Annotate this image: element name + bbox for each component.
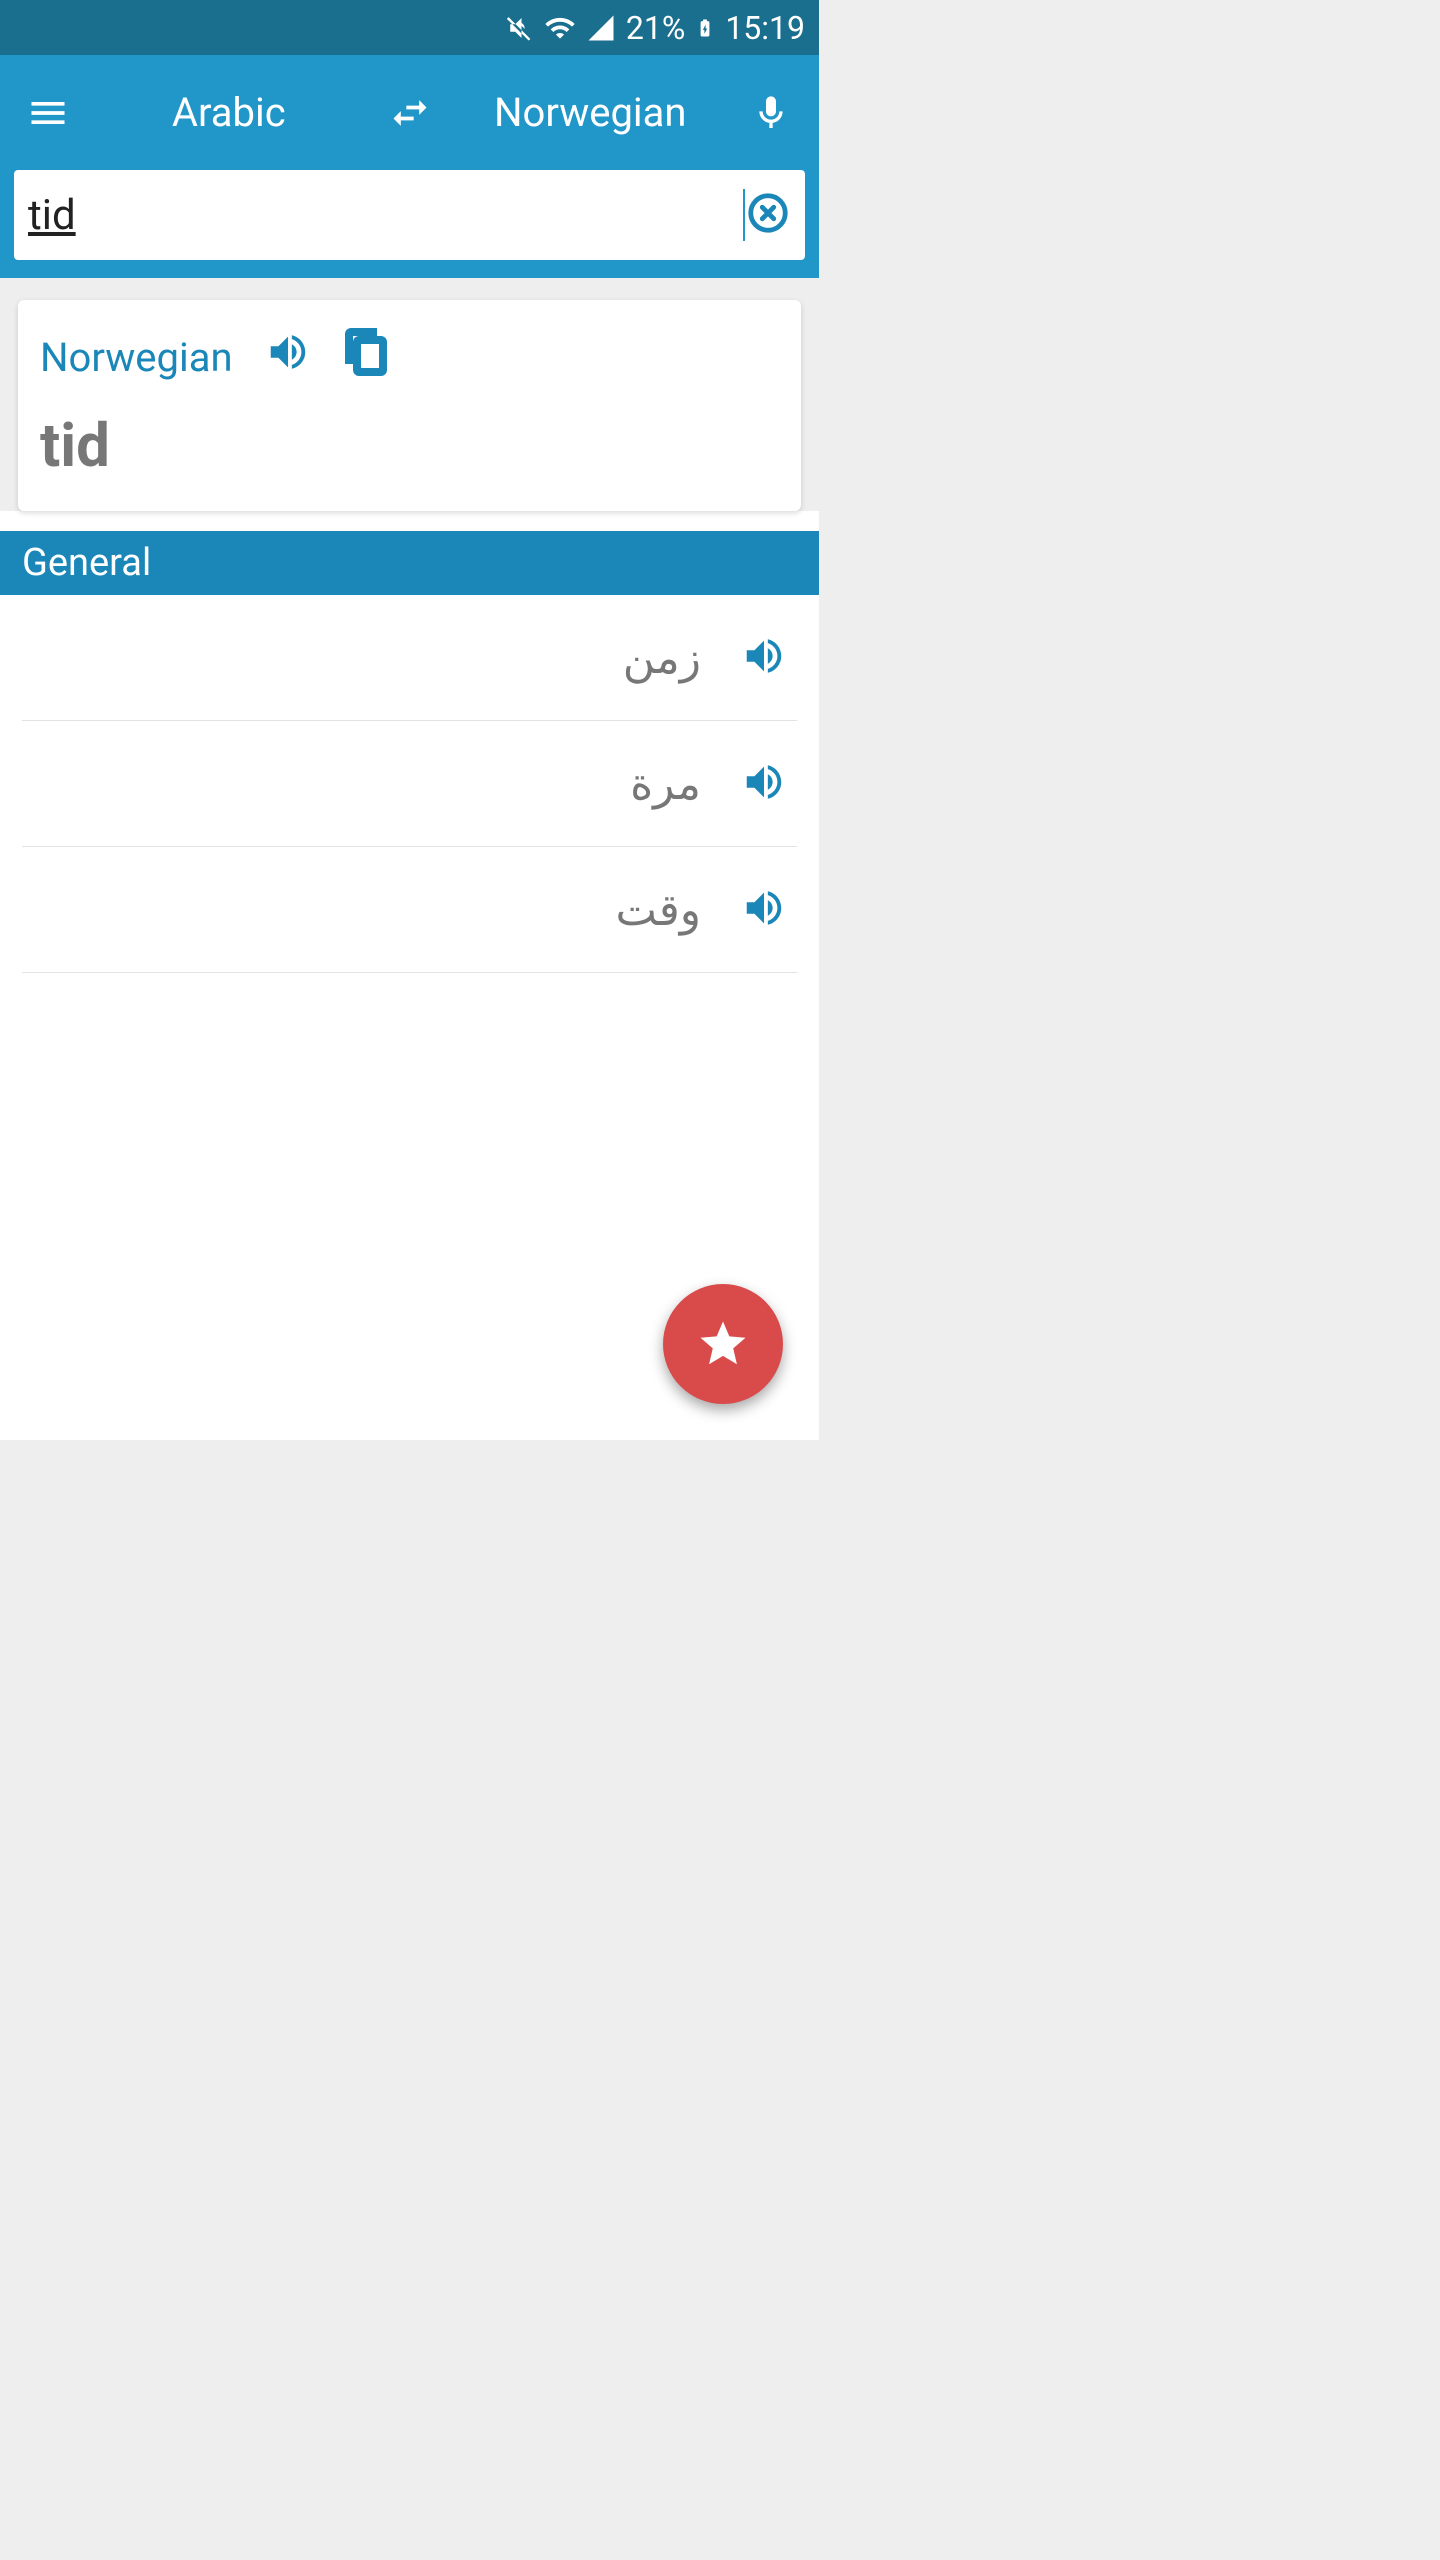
battery-percent: 21%: [626, 9, 685, 47]
pronounce-button[interactable]: [265, 329, 311, 385]
mute-icon: [504, 13, 534, 43]
card-language-label: Norwegian: [40, 334, 233, 381]
search-input[interactable]: tid: [28, 191, 745, 240]
clear-search-button[interactable]: [745, 190, 791, 240]
favorite-fab-button[interactable]: [663, 1284, 783, 1404]
hamburger-menu-button[interactable]: [18, 91, 78, 135]
translation-text: وقت: [616, 884, 702, 936]
status-bar: 21% 15:19: [0, 0, 819, 55]
translation-row[interactable]: مرة: [22, 721, 797, 847]
copy-button[interactable]: [343, 328, 391, 386]
battery-charging-icon: [695, 12, 715, 44]
voice-input-button[interactable]: [741, 93, 801, 133]
word-card: Norwegian tid: [18, 300, 801, 511]
section-header-general: General: [0, 531, 819, 595]
text-cursor: [743, 189, 745, 241]
speaker-icon[interactable]: [741, 633, 787, 683]
translation-row[interactable]: زمن: [22, 595, 797, 721]
speaker-icon[interactable]: [741, 885, 787, 935]
target-language-button[interactable]: Norwegian: [440, 89, 742, 136]
content-area: Norwegian tid: [0, 278, 819, 511]
signal-icon: [586, 13, 616, 43]
source-language-button[interactable]: Arabic: [78, 89, 380, 136]
translation-text: زمن: [623, 632, 701, 684]
translation-text: مرة: [630, 758, 701, 810]
translations-list: زمن مرة وقت: [0, 595, 819, 973]
wifi-icon: [544, 12, 576, 44]
speaker-icon[interactable]: [741, 759, 787, 809]
swap-languages-button[interactable]: [380, 91, 440, 135]
search-field-wrap: tid: [14, 170, 805, 260]
translation-row[interactable]: وقت: [22, 847, 797, 973]
headword: tid: [40, 410, 779, 481]
clock-time: 15:19: [725, 9, 805, 47]
app-bar: Arabic Norwegian tid: [0, 55, 819, 278]
